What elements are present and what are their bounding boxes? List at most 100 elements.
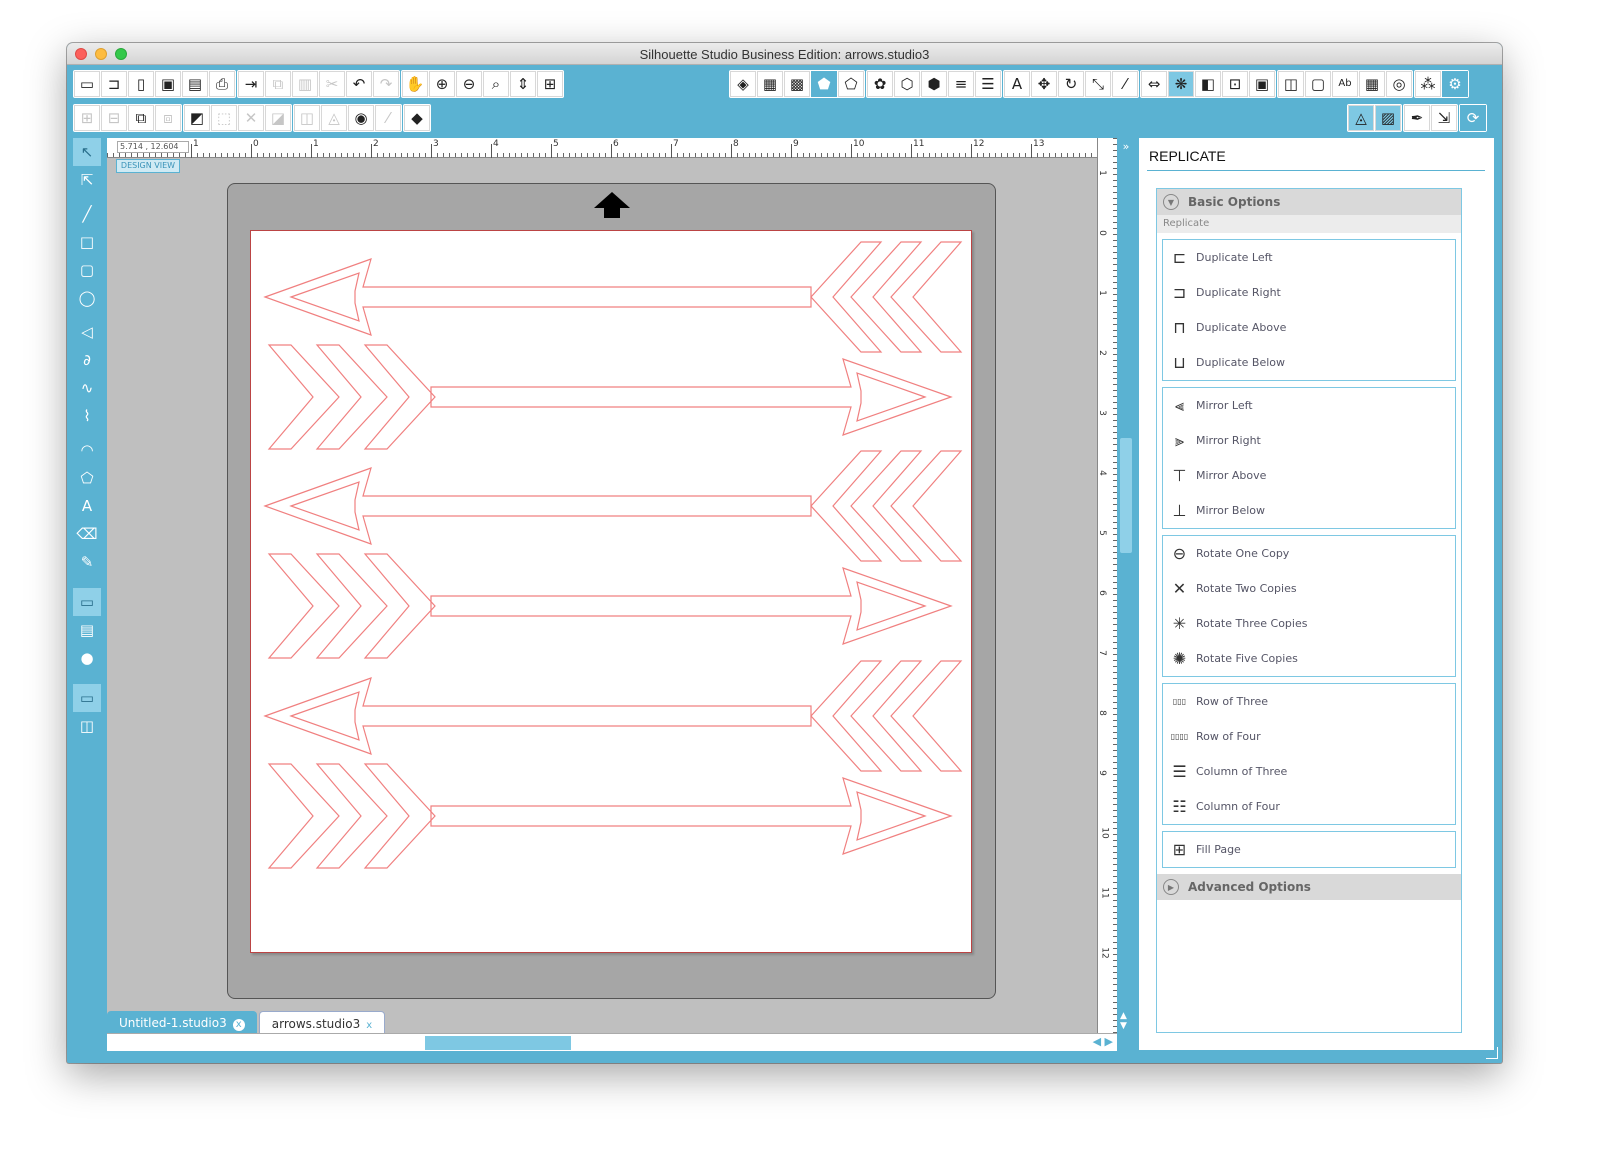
open-icon[interactable]: ⊐ (101, 71, 127, 97)
save-icon[interactable]: ▣ (155, 71, 181, 97)
rotate-three-copies-option[interactable]: ✳ Rotate Three Copies (1163, 606, 1455, 641)
arrow-outline[interactable] (315, 553, 388, 659)
regular-polygon-tool-icon[interactable]: ⬠ (73, 464, 101, 492)
page-icon[interactable]: ▢ (1305, 71, 1331, 97)
arrow-outline[interactable] (315, 344, 388, 450)
cut-icon[interactable]: ✂ (319, 71, 345, 97)
make-compound-icon[interactable]: ⧉ (128, 105, 154, 131)
grid-icon[interactable]: ▦ (1359, 71, 1385, 97)
smooth-freehand-tool-icon[interactable]: ⌇ (73, 402, 101, 430)
arrow-outline[interactable] (363, 763, 436, 869)
scale-icon[interactable]: ⤡ (1085, 71, 1111, 97)
sync-icon[interactable]: ⟳ (1460, 105, 1486, 131)
line-tool-icon[interactable]: ╱ (73, 200, 101, 228)
bring-forward-icon[interactable]: ◫ (294, 105, 320, 131)
eraser-icon[interactable]: ◆ (404, 105, 430, 131)
design-view-icon[interactable]: ▭ (73, 588, 101, 616)
arrow-outline[interactable] (263, 677, 812, 755)
curve-tool-icon[interactable]: ∂ (73, 346, 101, 374)
arrow-designs[interactable] (251, 231, 973, 954)
pen-tool-icon[interactable]: ✒ (1404, 105, 1430, 131)
ellipse-tool-icon[interactable]: ◯ (73, 284, 101, 312)
arrow-outline[interactable] (289, 691, 360, 741)
send-backward-icon[interactable]: ◬ (321, 105, 347, 131)
print-icon[interactable]: ⎙ (209, 71, 235, 97)
align-icon[interactable]: ☰ (975, 71, 1001, 97)
rectangle-tool-icon[interactable]: □ (73, 228, 101, 256)
sketch-icon[interactable]: ⬡ (894, 71, 920, 97)
h-scroll-arrows-icon[interactable]: ◀ ▶ (1093, 1035, 1113, 1048)
nesting-icon[interactable]: ⁂ (1415, 71, 1441, 97)
arrow-outline[interactable] (289, 272, 360, 322)
polygon-tool-icon[interactable]: ◁ (73, 318, 101, 346)
page[interactable] (250, 230, 972, 953)
mirror-above-option[interactable]: ⊤ Mirror Above (1163, 458, 1455, 493)
vertical-scroll-thumb[interactable] (1120, 438, 1132, 553)
duplicate-below-option[interactable]: ⊔ Duplicate Below (1163, 345, 1455, 380)
point-edit-tool-icon[interactable]: ⇱ (73, 166, 101, 194)
horizontal-scroll-thumb[interactable] (425, 1036, 571, 1050)
mirror-below-option[interactable]: ⊥ Mirror Below (1163, 493, 1455, 528)
duplicate-above-option[interactable]: ⊓ Duplicate Above (1163, 310, 1455, 345)
arrow-outline[interactable] (850, 450, 923, 562)
scroll-arrows-icon[interactable]: ▲ ▼ (1120, 1011, 1127, 1031)
send-back-icon[interactable]: ◪ (265, 105, 291, 131)
shadow-icon[interactable]: ✿ (867, 71, 893, 97)
delete-icon[interactable]: ✕ (238, 105, 264, 131)
cut-settings-icon[interactable]: ◫ (1278, 71, 1304, 97)
text-to-path-icon[interactable]: Ab (1332, 71, 1358, 97)
modify-icon[interactable]: ◧ (1195, 71, 1221, 97)
design-panel-icon[interactable]: ▭ (73, 684, 101, 712)
arrow-outline[interactable] (430, 358, 953, 436)
mirror-left-option[interactable]: ⫷ Mirror Left (1163, 388, 1455, 423)
resize-grip-icon[interactable] (1486, 1047, 1498, 1059)
rotate-two-copies-option[interactable]: ✕ Rotate Two Copies (1163, 571, 1455, 606)
offset-shape-icon[interactable]: ◉ (348, 105, 374, 131)
line-color-icon[interactable]: ⬟ (811, 71, 837, 97)
group-icon[interactable]: ⊞ (74, 105, 100, 131)
knife-icon[interactable]: ⁄ (375, 105, 401, 131)
arc-tool-icon[interactable]: ◠ (73, 436, 101, 464)
select-tool-icon[interactable]: ↖ (73, 138, 101, 166)
knife-tool-icon[interactable]: ✎ (73, 548, 101, 576)
text-style-icon[interactable]: A (1004, 71, 1030, 97)
shear-icon[interactable]: ⁄ (1112, 71, 1138, 97)
arrow-outline[interactable] (263, 467, 812, 545)
settings-gear-icon[interactable]: ⚙ (1442, 71, 1468, 97)
fit-to-window-icon[interactable]: ⊞ (537, 71, 563, 97)
arrow-outline[interactable] (315, 763, 388, 869)
zoom-drag-icon[interactable]: ⇕ (510, 71, 536, 97)
arrow-outline[interactable] (810, 660, 883, 772)
arrow-outline[interactable] (363, 553, 436, 659)
zoom-out-icon[interactable]: ⊖ (456, 71, 482, 97)
duplicate-right-option[interactable]: ⊐ Duplicate Right (1163, 275, 1455, 310)
rotate-icon[interactable]: ↻ (1058, 71, 1084, 97)
tab-close-icon[interactable]: x (232, 1019, 245, 1031)
save-library-icon[interactable]: ▤ (182, 71, 208, 97)
arrow-outline[interactable] (890, 450, 963, 562)
rotate-one-copy-option[interactable]: ⊖ Rotate One Copy (1163, 536, 1455, 571)
document-tab[interactable]: arrows.studio3 x (258, 1011, 386, 1035)
page-settings-icon[interactable]: ≡ (948, 71, 974, 97)
arrow-outline[interactable] (890, 660, 963, 772)
row-of-three-option[interactable]: ▯▯▯ Row of Three (1163, 684, 1455, 719)
send-icon[interactable]: ⇥ (238, 71, 264, 97)
transform-icon[interactable]: ✥ (1031, 71, 1057, 97)
cut-style-icon[interactable]: ◬ (1348, 105, 1374, 131)
text-tool-icon[interactable]: A (73, 492, 101, 520)
collapse-panel-icon[interactable]: » (1117, 140, 1135, 153)
arrow-outline[interactable] (267, 344, 340, 450)
ungroup-icon[interactable]: ⊟ (101, 105, 127, 131)
paste-icon[interactable]: ▥ (292, 71, 318, 97)
open-library-icon[interactable]: ▯ (128, 71, 154, 97)
undo-icon[interactable]: ↶ (346, 71, 372, 97)
rotate-five-copies-option[interactable]: ✺ Rotate Five Copies (1163, 641, 1455, 676)
arrow-outline[interactable] (850, 660, 923, 772)
cut-mode-icon[interactable]: ▨ (1375, 105, 1401, 131)
redo-icon[interactable]: ↷ (373, 71, 399, 97)
fill-page-option[interactable]: ⊞ Fill Page (1163, 832, 1455, 867)
horizontal-scrollbar[interactable]: ◀ ▶ (107, 1033, 1117, 1051)
send-cut-icon[interactable]: ⇲ (1431, 105, 1457, 131)
new-document-icon[interactable]: ▭ (74, 71, 100, 97)
bring-front-icon[interactable]: ◩ (184, 105, 210, 131)
